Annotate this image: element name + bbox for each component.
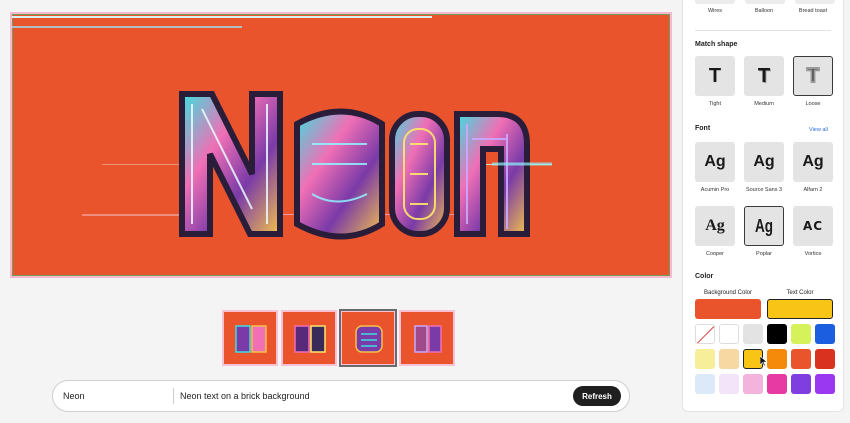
text-color-label: Text Color (786, 290, 814, 296)
color-swatch-purple[interactable] (791, 374, 811, 394)
no-color-swatch[interactable] (695, 324, 715, 344)
font-label: Cooper (705, 251, 725, 257)
color-swatch-black[interactable] (767, 324, 787, 344)
font-heading: Font (695, 125, 711, 132)
color-swatch-light-gray[interactable] (743, 324, 763, 344)
variation-thumbnails (222, 309, 455, 368)
settings-panel: Wires Balloon Bread toast Match shape T … (682, 0, 844, 412)
color-swatch-lime[interactable] (791, 324, 811, 344)
font-vortice[interactable]: AC (793, 206, 833, 246)
preview-canvas (10, 12, 672, 278)
text-effect-label: Wires (707, 8, 723, 14)
text-effect-row (695, 0, 835, 4)
variation-thumbnail[interactable] (399, 310, 455, 366)
text-color-swatch[interactable] (767, 299, 833, 319)
font-label: Vortice (804, 251, 822, 257)
shape-glyph: T (806, 64, 820, 88)
text-effect-label: Bread toast (798, 8, 828, 14)
color-swatch-red[interactable] (815, 349, 835, 369)
match-shape-heading: Match shape (695, 41, 738, 48)
view-all-fonts-link[interactable]: View all (809, 127, 828, 133)
font-sample: Ag (705, 217, 725, 234)
font-alfarn-2[interactable]: Ag (793, 142, 833, 182)
variation-thumbnail[interactable] (281, 310, 337, 366)
font-sample: Ag (704, 153, 726, 170)
mouse-cursor-icon (760, 356, 768, 366)
color-swatch-lavender[interactable] (719, 374, 739, 394)
font-cooper[interactable]: Ag (695, 206, 735, 246)
text-effect-option[interactable] (795, 0, 835, 4)
prompt-input[interactable] (174, 390, 573, 402)
font-poplar[interactable]: Ag (744, 206, 784, 246)
background-color-swatch[interactable] (695, 299, 761, 319)
variation-thumbnail[interactable] (222, 310, 278, 366)
glitch-line (12, 16, 432, 18)
thumbnail-preview (294, 325, 326, 353)
color-swatch-pink[interactable] (743, 374, 763, 394)
variation-thumbnail-selected[interactable] (339, 309, 397, 367)
text-effect-option[interactable] (695, 0, 735, 4)
match-shape-medium[interactable]: T (744, 56, 784, 96)
font-label: Alfarn 2 (803, 187, 823, 193)
color-swatch-orange[interactable] (767, 349, 787, 369)
text-effect-option[interactable] (745, 0, 785, 4)
thumbnail-preview (235, 325, 267, 353)
shape-label: Medium (754, 101, 774, 107)
text-effect-label: Balloon (754, 8, 774, 14)
font-label: Acumin Pro (700, 187, 730, 193)
color-swatch-peach[interactable] (719, 349, 739, 369)
thumbnail-preview (355, 325, 383, 353)
font-label: Source Sans 3 (745, 187, 783, 193)
font-sample: AC (802, 219, 824, 233)
color-swatch-blue[interactable] (815, 324, 835, 344)
match-shape-loose[interactable]: T (793, 56, 833, 96)
color-swatch-pale-yellow[interactable] (695, 349, 715, 369)
text-input[interactable] (53, 390, 173, 402)
shape-glyph: T (757, 64, 771, 87)
shape-glyph: T (708, 64, 722, 87)
glitch-line (12, 26, 242, 28)
font-sample: Ag (753, 153, 775, 170)
font-source-sans-3[interactable]: Ag (744, 142, 784, 182)
font-sample: Ag (802, 153, 824, 170)
color-swatch-white[interactable] (719, 324, 739, 344)
font-label: Poplar (756, 251, 772, 257)
neon-text-effect-image (172, 64, 552, 244)
color-swatch-red-orange[interactable] (791, 349, 811, 369)
neon-letters-graphic (179, 91, 552, 240)
refresh-button[interactable]: Refresh (573, 386, 621, 406)
font-acumin-pro[interactable]: Ag (695, 142, 735, 182)
match-shape-tight[interactable]: T (695, 56, 735, 96)
background-color-label: Background Color (703, 290, 753, 296)
color-swatch-magenta[interactable] (767, 374, 787, 394)
color-heading: Color (695, 273, 714, 280)
divider (695, 30, 831, 31)
prompt-bar: Refresh (52, 380, 630, 412)
color-swatch-violet[interactable] (815, 374, 835, 394)
shape-label: Loose (805, 101, 821, 107)
font-sample: Ag (755, 215, 773, 236)
thumbnail-preview (414, 325, 442, 353)
color-swatch-pale-blue[interactable] (695, 374, 715, 394)
shape-label: Tight (708, 101, 722, 107)
